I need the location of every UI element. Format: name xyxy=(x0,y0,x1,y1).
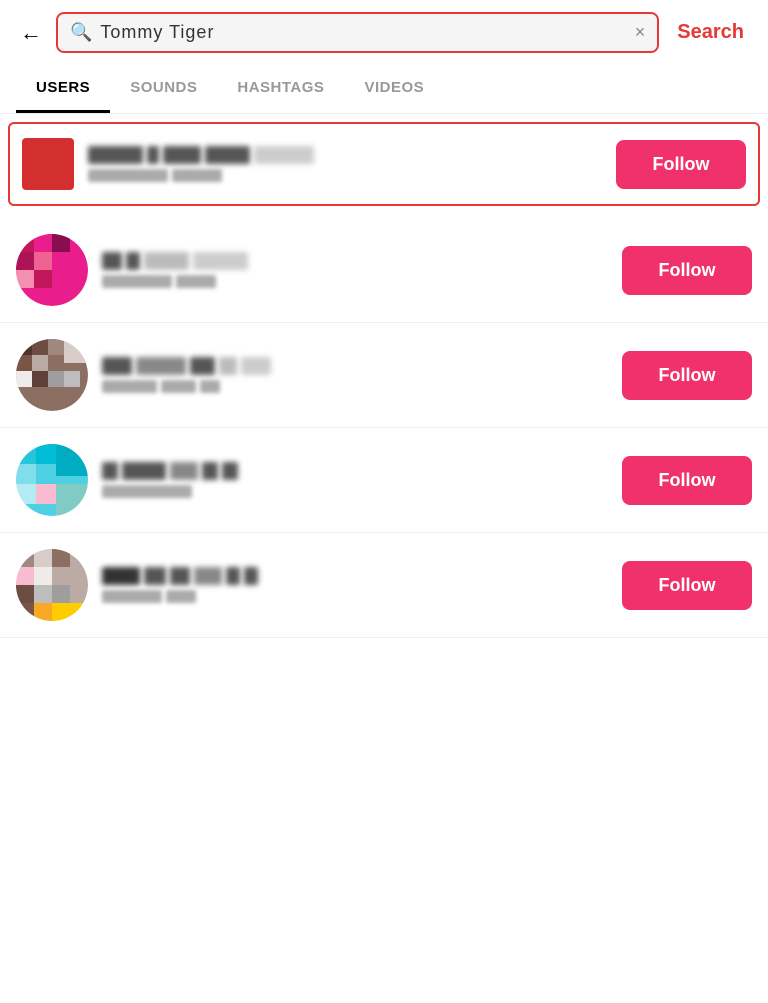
sub-5a xyxy=(102,590,162,603)
avatar xyxy=(16,444,88,516)
tab-users[interactable]: USERS xyxy=(16,65,110,113)
sub-3b xyxy=(161,380,196,393)
subtext-row xyxy=(102,380,608,393)
avatar xyxy=(16,234,88,306)
n5e xyxy=(226,567,240,585)
n4a xyxy=(102,462,118,480)
search-bar: 🔍 × xyxy=(56,12,659,53)
highlighted-user-container: Follow xyxy=(8,122,760,206)
username-row xyxy=(102,462,608,480)
n3b xyxy=(136,357,186,375)
user-list: Follow xyxy=(0,122,768,638)
user-info xyxy=(102,252,608,288)
n4e xyxy=(222,462,238,480)
subtext-row xyxy=(102,485,608,498)
follow-button[interactable]: Follow xyxy=(622,456,752,505)
user-info xyxy=(102,567,608,603)
n5d xyxy=(194,567,222,585)
name-chunk-c xyxy=(144,252,189,270)
tab-hashtags[interactable]: HASHTAGS xyxy=(217,65,344,113)
name-chunk-a xyxy=(102,252,122,270)
sub-3c xyxy=(200,380,220,393)
user-info xyxy=(88,146,602,182)
user-info xyxy=(102,462,608,498)
follow-button[interactable]: Follow xyxy=(616,140,746,189)
avatar xyxy=(16,549,88,621)
sub-2b xyxy=(176,275,216,288)
subtext-row xyxy=(102,275,608,288)
search-icon: 🔍 xyxy=(70,22,92,43)
clear-button[interactable]: × xyxy=(635,22,646,43)
name-chunk-1 xyxy=(88,146,143,164)
n3d xyxy=(219,357,237,375)
n4b xyxy=(122,462,166,480)
avatar xyxy=(16,339,88,411)
name-chunk-d xyxy=(193,252,248,270)
n5a xyxy=(102,567,140,585)
name-chunk-b xyxy=(126,252,140,270)
sub-3a xyxy=(102,380,157,393)
user-info xyxy=(102,357,608,393)
username-row xyxy=(102,252,608,270)
sub-4a xyxy=(102,485,192,498)
search-input[interactable] xyxy=(100,22,634,43)
search-header: ← 🔍 × Search xyxy=(0,0,768,65)
list-item: Follow xyxy=(0,218,768,323)
name-chunk-2 xyxy=(147,146,159,164)
username-row xyxy=(88,146,602,164)
search-button[interactable]: Search xyxy=(669,17,752,48)
n5f xyxy=(244,567,258,585)
category-tabs: USERS SOUNDS HASHTAGS VIDEOS xyxy=(0,65,768,114)
n5b xyxy=(144,567,166,585)
n3a xyxy=(102,357,132,375)
sub-2a xyxy=(102,275,172,288)
username-row xyxy=(102,567,608,585)
subtext-row xyxy=(88,169,602,182)
table-row: Follow xyxy=(10,124,758,204)
n4c xyxy=(170,462,198,480)
name-chunk-5 xyxy=(254,146,314,164)
list-item: Follow xyxy=(0,428,768,533)
follow-button[interactable]: Follow xyxy=(622,246,752,295)
n4d xyxy=(202,462,218,480)
sub-chunk-2 xyxy=(172,169,222,182)
sub-chunk-1 xyxy=(88,169,168,182)
avatar xyxy=(22,138,74,190)
n3c xyxy=(190,357,215,375)
tab-videos[interactable]: VIDEOS xyxy=(344,65,444,113)
n3e xyxy=(241,357,271,375)
sub-5b xyxy=(166,590,196,603)
n5c xyxy=(170,567,190,585)
follow-button[interactable]: Follow xyxy=(622,351,752,400)
username-row xyxy=(102,357,608,375)
subtext-row xyxy=(102,590,608,603)
list-item: Follow xyxy=(0,323,768,428)
back-button[interactable]: ← xyxy=(16,16,46,50)
list-item: Follow xyxy=(0,533,768,638)
name-chunk-4 xyxy=(205,146,250,164)
follow-button[interactable]: Follow xyxy=(622,561,752,610)
tab-sounds[interactable]: SOUNDS xyxy=(110,65,217,113)
name-chunk-3 xyxy=(163,146,201,164)
avatar-image xyxy=(22,138,74,190)
